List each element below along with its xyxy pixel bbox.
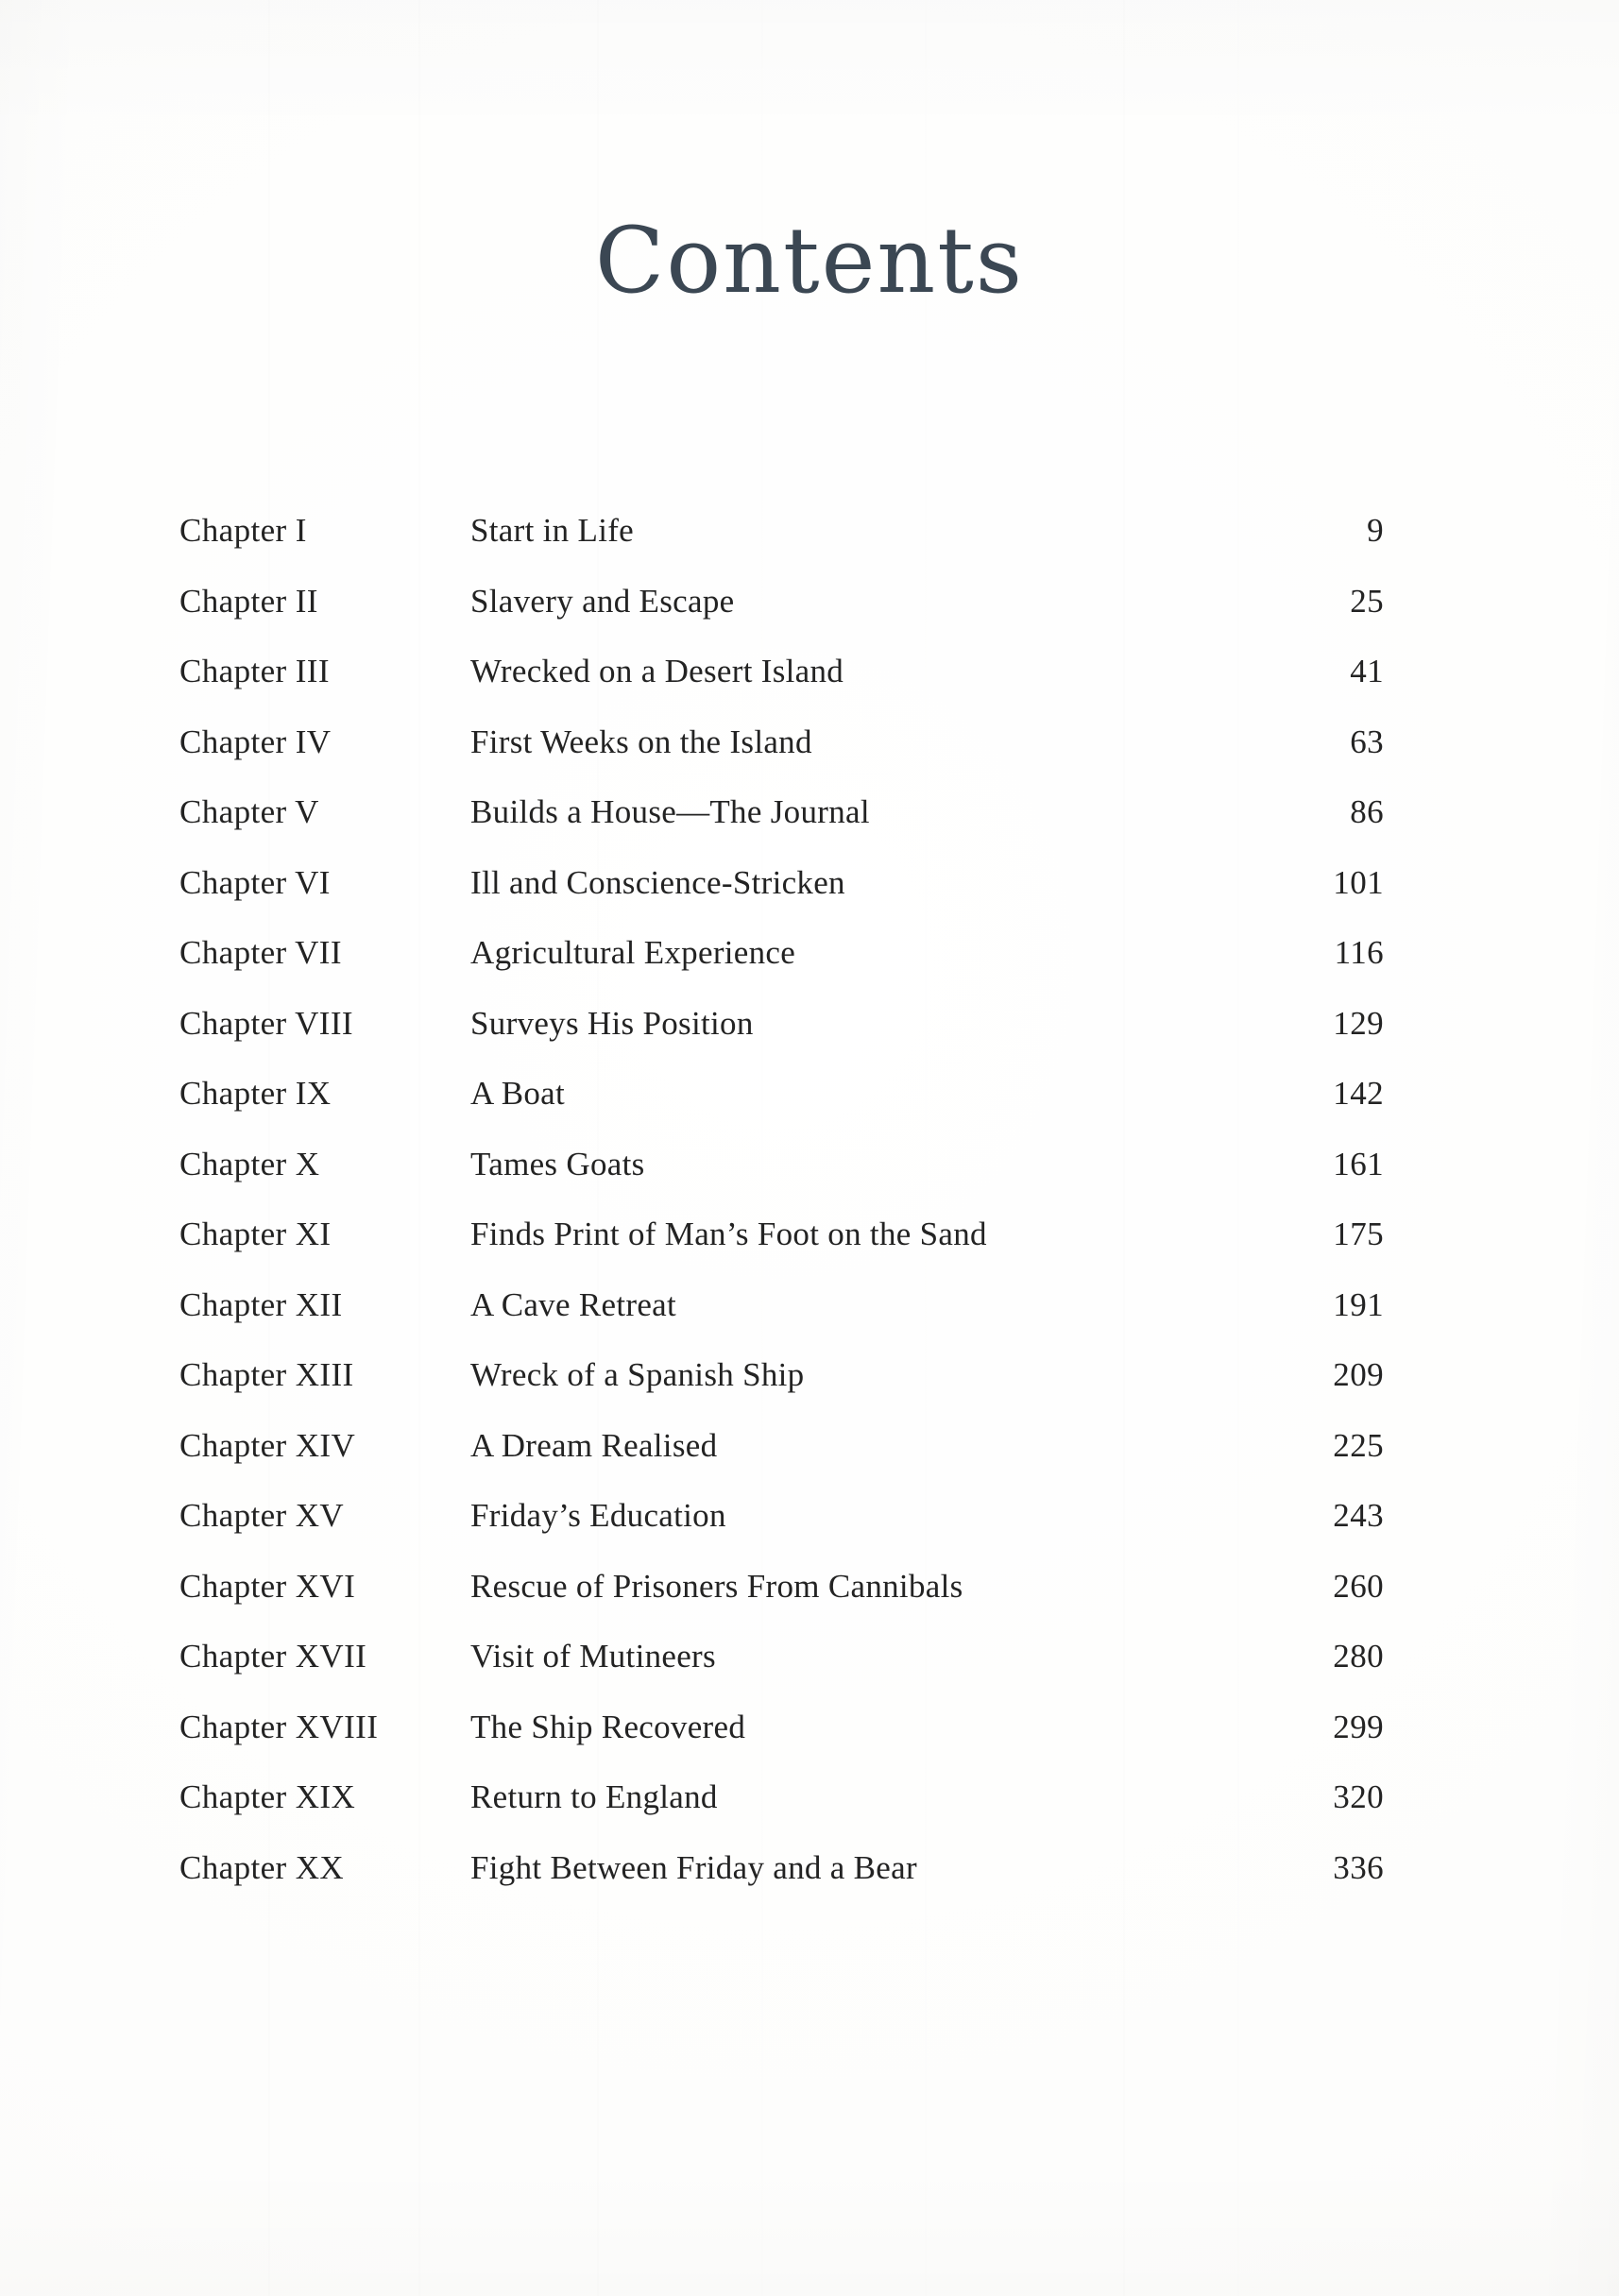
chapter-title: Friday’s Education <box>470 1497 726 1534</box>
chapter-label: Chapter XIV <box>179 1426 356 1464</box>
chapter-title: Slavery and Escape <box>470 582 735 620</box>
chapter-label: Chapter VIII <box>179 1004 353 1042</box>
chapter-label: Chapter XVIII <box>179 1708 379 1745</box>
chapter-label: Chapter XI <box>179 1216 332 1252</box>
chapter-page-number: 225 <box>1333 1426 1384 1464</box>
chapter-page-number: 175 <box>1333 1216 1384 1252</box>
toc-entry-row[interactable]: Chapter VI Ill and Conscience-Stricken 101 <box>179 848 1384 919</box>
chapter-page-number: 63 <box>1350 723 1384 760</box>
chapter-page-number: 25 <box>1350 582 1384 620</box>
chapter-page-number: 280 <box>1333 1638 1384 1675</box>
chapter-title: A Cave Retreat <box>470 1285 677 1323</box>
toc-entry-row[interactable]: Chapter XVII Visit of Mutineers 280 <box>179 1622 1384 1692</box>
chapter-page-number: 101 <box>1333 863 1384 901</box>
toc-entry-row[interactable]: Chapter VII Agricultural Experience 116 <box>179 918 1384 989</box>
toc-entry-row[interactable]: Chapter VIII Surveys His Position 129 <box>179 989 1384 1060</box>
chapter-title: A Dream Realised <box>470 1426 718 1464</box>
toc-entry-row[interactable]: Chapter XX Fight Between Friday and a Bea… <box>179 1833 1384 1904</box>
chapter-page-number: 161 <box>1333 1145 1384 1182</box>
toc-entry-row[interactable]: Chapter V Builds a House—The Journal 86 <box>179 777 1384 848</box>
chapter-label: Chapter II <box>179 582 318 620</box>
chapter-label: Chapter I <box>179 512 307 549</box>
chapter-label: Chapter III <box>179 653 330 689</box>
chapter-label: Chapter VI <box>179 863 331 901</box>
chapter-title: Start in Life <box>470 512 635 549</box>
chapter-label: Chapter XX <box>179 1848 345 1886</box>
chapter-label: Chapter IX <box>179 1075 332 1112</box>
chapter-title: First Weeks on the Island <box>470 723 812 760</box>
chapter-page-number: 336 <box>1333 1848 1384 1886</box>
chapter-label: Chapter XVI <box>179 1567 356 1605</box>
chapter-label: Chapter XIII <box>179 1356 354 1393</box>
chapter-title: Surveys His Position <box>470 1004 754 1042</box>
chapter-title: Tames Goats <box>470 1145 645 1182</box>
chapter-page-number: 9 <box>1367 512 1384 549</box>
chapter-page-number: 41 <box>1350 653 1384 689</box>
page-title: Contents <box>594 208 1025 314</box>
toc-entry-row[interactable]: Chapter XIX Return to England 320 <box>179 1762 1384 1833</box>
chapter-title: Wreck of a Spanish Ship <box>470 1356 805 1393</box>
chapter-title: Rescue of Prisoners From Cannibals <box>470 1567 963 1605</box>
chapter-label: Chapter XII <box>179 1285 343 1323</box>
chapter-label: Chapter XV <box>179 1497 345 1534</box>
toc-entry-row[interactable]: Chapter IV First Weeks on the Island 63 <box>179 707 1384 778</box>
chapter-page-number: 191 <box>1333 1285 1384 1323</box>
toc-entry-row[interactable]: Chapter I Start in Life 9 <box>179 496 1384 567</box>
toc-entry-row[interactable]: Chapter II Slavery and Escape 25 <box>179 567 1384 638</box>
chapter-label: Chapter X <box>179 1145 320 1182</box>
chapter-title: The Ship Recovered <box>470 1708 746 1745</box>
chapter-title: A Boat <box>470 1075 565 1112</box>
chapter-page-number: 299 <box>1333 1708 1384 1745</box>
chapter-title: Finds Print of Man’s Foot on the Sand <box>470 1216 987 1252</box>
chapter-page-number: 209 <box>1333 1356 1384 1393</box>
chapter-page-number: 260 <box>1333 1567 1384 1605</box>
toc-entry-row[interactable]: Chapter XIII Wreck of a Spanish Ship 209 <box>179 1340 1384 1411</box>
chapter-page-number: 129 <box>1333 1004 1384 1042</box>
chapter-page-number: 116 <box>1334 934 1384 971</box>
chapter-title: Return to England <box>470 1778 718 1815</box>
table-of-contents-page: Contents Chapter I Start in Life 9 Chapter … <box>0 0 1619 2296</box>
chapter-page-number: 243 <box>1333 1497 1384 1534</box>
toc-entry-row[interactable]: Chapter XVI Rescue of Prisoners From Cann… <box>179 1552 1384 1623</box>
chapter-label: Chapter IV <box>179 723 332 760</box>
toc-entry-row[interactable]: Chapter XI Finds Print of Man’s Foot on t… <box>179 1199 1384 1270</box>
table-of-contents-list: Chapter I Start in Life 9 Chapter II Slavery… <box>179 496 1384 1903</box>
chapter-page-number: 320 <box>1333 1778 1384 1815</box>
toc-entry-row[interactable]: Chapter XIV A Dream Realised 225 <box>179 1411 1384 1482</box>
chapter-title: Visit of Mutineers <box>470 1638 716 1675</box>
toc-entry-row[interactable]: Chapter X Tames Goats 161 <box>179 1130 1384 1200</box>
toc-entry-row[interactable]: Chapter XII A Cave Retreat 191 <box>179 1270 1384 1341</box>
chapter-label: Chapter V <box>179 793 319 830</box>
toc-entry-row[interactable]: Chapter XVIII The Ship Recovered 299 <box>179 1692 1384 1763</box>
chapter-label: Chapter XVII <box>179 1638 367 1675</box>
chapter-label: Chapter XIX <box>179 1778 356 1815</box>
toc-entry-row[interactable]: Chapter XV Friday’s Education 243 <box>179 1481 1384 1552</box>
chapter-label: Chapter VII <box>179 934 342 971</box>
chapter-page-number: 86 <box>1350 793 1384 830</box>
chapter-title: Fight Between Friday and a Bear <box>470 1848 917 1886</box>
chapter-title: Builds a House—The Journal <box>470 793 870 830</box>
chapter-title: Wrecked on a Desert Island <box>470 653 844 689</box>
chapter-title: Ill and Conscience-Stricken <box>470 863 845 901</box>
chapter-page-number: 142 <box>1333 1075 1384 1112</box>
toc-entry-row[interactable]: Chapter III Wrecked on a Desert Island 41 <box>179 637 1384 707</box>
chapter-title: Agricultural Experience <box>470 934 796 971</box>
toc-entry-row[interactable]: Chapter IX A Boat 142 <box>179 1059 1384 1130</box>
